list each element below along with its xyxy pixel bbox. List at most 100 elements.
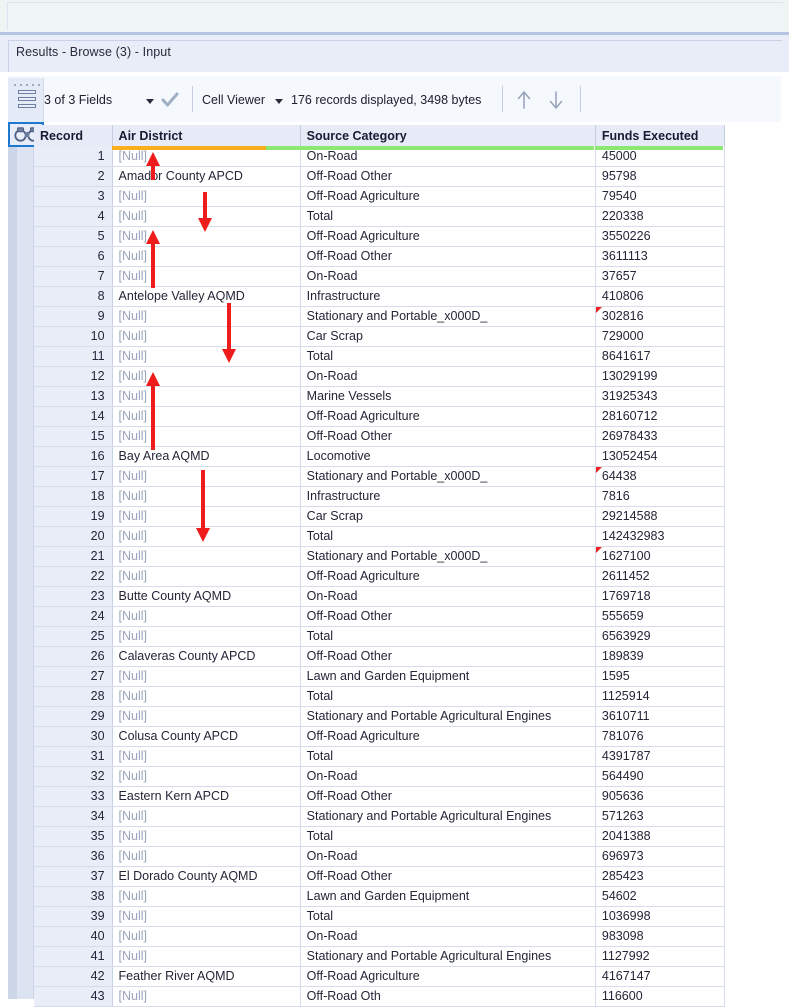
cell-record[interactable]: 14 [34,406,113,427]
cell-air-district[interactable]: Bay Area AQMD [112,446,301,467]
cell-record[interactable]: 7 [34,266,113,287]
table-row[interactable]: 12 [Null] On-Road 13029199 [34,366,726,387]
cell-record[interactable]: 5 [34,226,113,247]
cell-record[interactable]: 24 [34,606,113,627]
cell-air-district[interactable]: [Null] [112,386,301,407]
cell-record[interactable]: 37 [34,866,113,887]
cell-air-district[interactable]: [Null] [112,526,301,547]
cell-funds-executed[interactable]: 285423 [595,866,726,887]
cell-source-category[interactable]: Off-Road Agriculture [300,406,596,427]
cell-air-district[interactable]: [Null] [112,366,301,387]
cell-record[interactable]: 30 [34,726,113,747]
cell-record[interactable]: 11 [34,346,113,367]
cell-source-category[interactable]: Total [300,826,596,847]
table-row[interactable]: 28 [Null] Total 1125914 [34,686,726,707]
toolbar-grip-handle[interactable] [8,78,44,124]
cell-record[interactable]: 8 [34,286,113,307]
table-row[interactable]: 14 [Null] Off-Road Agriculture 28160712 [34,406,726,427]
cell-source-category[interactable]: Off-Road Agriculture [300,566,596,587]
cell-air-district[interactable]: [Null] [112,626,301,647]
row-selector-gutter[interactable] [17,147,34,999]
cell-source-category[interactable]: Total [300,346,596,367]
cell-record[interactable]: 41 [34,946,113,967]
cell-funds-executed[interactable]: 28160712 [595,406,726,427]
cell-air-district[interactable]: Eastern Kern APCD [112,786,301,807]
cell-record[interactable]: 21 [34,546,113,567]
cell-funds-executed[interactable]: 79540 [595,186,726,207]
cell-source-category[interactable]: Total [300,626,596,647]
table-row[interactable]: 26 Calaveras County APCD Off-Road Other 189… [34,646,726,667]
table-row[interactable]: 18 [Null] Infrastructure 7816 [34,486,726,507]
cell-funds-executed[interactable]: 3610711 [595,706,726,727]
cell-air-district[interactable]: [Null] [112,326,301,347]
cell-record[interactable]: 26 [34,646,113,667]
cell-record[interactable]: 2 [34,166,113,187]
cell-record[interactable]: 13 [34,386,113,407]
cell-source-category[interactable]: Off-Road Agriculture [300,226,596,247]
cell-source-category[interactable]: Car Scrap [300,506,596,527]
cell-air-district[interactable]: [Null] [112,706,301,727]
cell-funds-executed[interactable]: 1127992 [595,946,726,967]
cell-source-category[interactable]: Lawn and Garden Equipment [300,666,596,687]
table-row[interactable]: 3 [Null] Off-Road Agriculture 79540 [34,186,726,207]
table-row[interactable]: 36 [Null] On-Road 696973 [34,846,726,867]
cell-source-category[interactable]: Off-Road Agriculture [300,186,596,207]
cell-air-district[interactable]: [Null] [112,546,301,567]
cell-air-district[interactable]: [Null] [112,766,301,787]
cell-funds-executed[interactable]: 410806 [595,286,726,307]
cell-source-category[interactable]: Infrastructure [300,286,596,307]
cell-funds-executed[interactable]: 7816 [595,486,726,507]
cell-funds-executed[interactable]: 6563929 [595,626,726,647]
cell-source-category[interactable]: Off-Road Other [300,426,596,447]
cell-record[interactable]: 36 [34,846,113,867]
cell-funds-executed[interactable]: 4167147 [595,966,726,987]
cell-record[interactable]: 20 [34,526,113,547]
cell-source-category[interactable]: On-Road [300,586,596,607]
table-row[interactable]: 38 [Null] Lawn and Garden Equipment 54602 [34,886,726,907]
results-table[interactable]: Record Air District Source Category Funds E… [34,125,726,1007]
cell-record[interactable]: 22 [34,566,113,587]
cell-source-category[interactable]: On-Road [300,766,596,787]
cell-air-district[interactable]: Colusa County APCD [112,726,301,747]
checkmark-icon[interactable] [161,92,179,108]
table-row[interactable]: 25 [Null] Total 6563929 [34,626,726,647]
cell-record[interactable]: 19 [34,506,113,527]
table-row[interactable]: 10 [Null] Car Scrap 729000 [34,326,726,347]
cell-source-category[interactable]: Infrastructure [300,486,596,507]
list-view-icon[interactable] [18,90,36,112]
cell-record[interactable]: 43 [34,986,113,1007]
cell-air-district[interactable]: [Null] [112,206,301,227]
cell-air-district[interactable]: Calaveras County APCD [112,646,301,667]
cell-funds-executed[interactable]: 116600 [595,986,726,1007]
table-row[interactable]: 32 [Null] On-Road 564490 [34,766,726,787]
cell-source-category[interactable]: Off-Road Oth [300,986,596,1007]
cell-air-district[interactable]: [Null] [112,426,301,447]
column-header-source_category[interactable]: Source Category [300,125,596,146]
cell-funds-executed[interactable]: 564490 [595,766,726,787]
cell-source-category[interactable]: Off-Road Agriculture [300,726,596,747]
cell-air-district[interactable]: [Null] [112,906,301,927]
column-header-record[interactable]: Record [34,125,113,146]
table-row[interactable]: 15 [Null] Off-Road Other 26978433 [34,426,726,447]
column-header-funds_executed[interactable]: Funds Executed [595,125,726,146]
cell-air-district[interactable]: [Null] [112,986,301,1007]
cell-funds-executed[interactable]: 37657 [595,266,726,287]
table-row[interactable]: 39 [Null] Total 1036998 [34,906,726,927]
cell-record[interactable]: 10 [34,326,113,347]
cell-air-district[interactable]: Feather River AQMD [112,966,301,987]
cell-source-category[interactable]: On-Road [300,366,596,387]
cell-funds-executed[interactable]: 905636 [595,786,726,807]
cell-source-category[interactable]: Off-Road Other [300,646,596,667]
cell-air-district[interactable]: [Null] [112,686,301,707]
table-row[interactable]: 41 [Null] Stationary and Portable Agricult… [34,946,726,967]
table-row[interactable]: 21 [Null] Stationary and Portable_x000D_ 16… [34,546,726,567]
table-row[interactable]: 16 Bay Area AQMD Locomotive 13052454 [34,446,726,467]
table-row[interactable]: 34 [Null] Stationary and Portable Agricult… [34,806,726,827]
cell-record[interactable]: 40 [34,926,113,947]
cell-record[interactable]: 17 [34,466,113,487]
cell-funds-executed[interactable]: 54602 [595,886,726,907]
fields-selector-label[interactable]: 3 of 3 Fields [44,93,112,107]
cell-source-category[interactable]: Stationary and Portable_x000D_ [300,306,596,327]
cell-funds-executed[interactable]: 8641617 [595,346,726,367]
table-row[interactable]: 23 Butte County AQMD On-Road 1769718 [34,586,726,607]
